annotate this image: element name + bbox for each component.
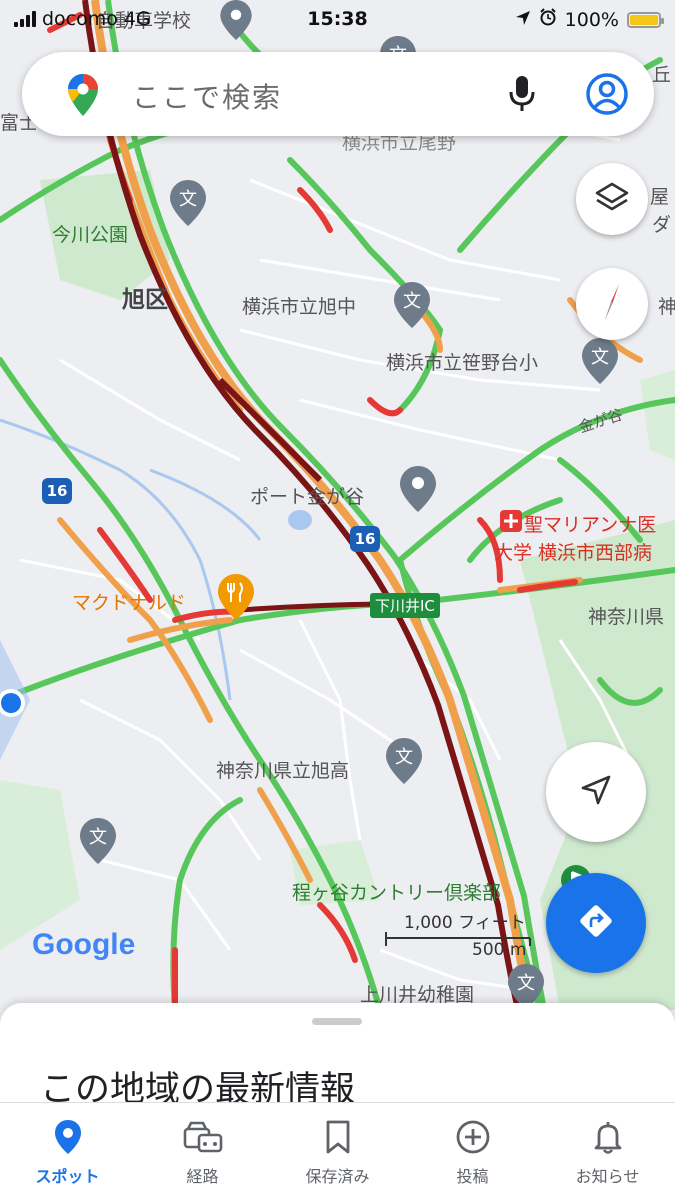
layers-button[interactable] [576,163,648,235]
google-logo: Google [32,928,136,961]
map-label-hospital-1: 聖マリアンナ医 [524,514,657,536]
map-label-interchange: 下川井IC [370,593,440,618]
bell-icon [592,1119,624,1159]
map-label-mcdonalds: マクドナルド [72,592,187,614]
route-shield-icon: 16 [42,478,72,504]
scale-feet: 1,000 フィート [404,913,526,933]
school-marker-icon[interactable]: 文 [80,818,116,864]
svg-text:文: 文 [591,347,609,368]
hospital-marker-icon[interactable] [500,510,522,532]
nav-label-contribute: 投稿 [456,1167,489,1186]
school-marker-icon[interactable]: 文 [170,180,206,226]
search-bar[interactable]: ここで検索 [22,52,654,136]
search-input[interactable]: ここで検索 [132,76,282,116]
nav-label-saved: 保存済み [305,1167,370,1186]
map-label-edge-right-3: 神 [658,296,675,318]
svg-text:文: 文 [517,973,535,994]
nav-label-explore: スポット [35,1167,100,1186]
directions-icon [576,901,616,945]
compass-button[interactable] [576,268,648,340]
place-pin-icon[interactable] [400,466,436,512]
svg-text:文: 文 [179,189,197,210]
pin-icon [53,1119,83,1159]
alarm-icon [539,8,557,31]
battery-percent: 100% [564,8,619,31]
sheet-drag-handle[interactable] [312,1018,362,1025]
nav-item-explore[interactable]: スポット [0,1103,135,1201]
restaurant-marker-icon[interactable] [218,574,254,620]
route-shield-icon: 16 [350,526,380,552]
map-label-country-club: 程ヶ谷カントリー倶楽部 [292,882,502,904]
nav-item-go[interactable]: 経路 [135,1103,270,1201]
map-label-edge-right-2: ダ [652,214,672,236]
school-marker-icon[interactable]: 文 [394,282,430,328]
map-label-edge-right-top: 丘 [652,64,672,86]
explore-sheet[interactable]: この地域の最新情報 [0,1003,675,1113]
nav-label-go: 経路 [186,1167,219,1186]
map-label-port-kanagaya: ポート金が谷 [250,486,365,508]
battery-icon [627,11,664,28]
school-marker-icon[interactable]: 文 [582,338,618,384]
account-icon[interactable] [585,72,629,120]
nav-item-contribute[interactable]: 投稿 [405,1103,540,1201]
svg-text:文: 文 [89,827,107,848]
my-location-button[interactable] [546,742,646,842]
map-label-asahi-chu: 横浜市立旭中 [242,296,357,318]
svg-text:文: 文 [395,747,413,768]
map-label-hospital-2: 大学 横浜市西部病 [494,542,653,564]
nav-item-updates[interactable]: お知らせ [540,1103,675,1201]
svg-text:文: 文 [403,291,421,312]
navigation-arrow-icon [579,773,613,811]
compass-icon [597,282,627,326]
car-icon [181,1119,225,1159]
bottom-navigation: スポット 経路 保存済み 投稿 お知らせ [0,1102,675,1201]
map-scale: 1,000 フィート 500 m [384,908,534,968]
layers-icon [594,179,630,219]
scale-meters: 500 m [472,940,527,960]
map-label-ward: 旭区 [122,287,168,313]
google-maps-pin-icon [68,74,98,120]
location-arrow-icon [515,9,531,31]
map-label-kanagawa-ken: 神奈川県 [588,606,665,628]
nav-label-updates: お知らせ [575,1167,640,1186]
school-marker-icon[interactable]: 文 [386,738,422,784]
microphone-icon[interactable] [508,74,536,116]
map-label-sasanodai: 横浜市立笹野台小 [386,352,539,374]
directions-button[interactable] [546,873,646,973]
status-bar: docomo 4G 15:38 100% [0,0,675,38]
map-label-asahi-ko: 神奈川県立旭高 [216,760,350,782]
map-label-edge-right-1: 屋 [650,186,670,208]
nav-item-saved[interactable]: 保存済み [270,1103,405,1201]
map-label-park: 今川公園 [52,224,129,246]
bookmark-icon [323,1119,353,1159]
add-circle-icon [455,1119,491,1159]
